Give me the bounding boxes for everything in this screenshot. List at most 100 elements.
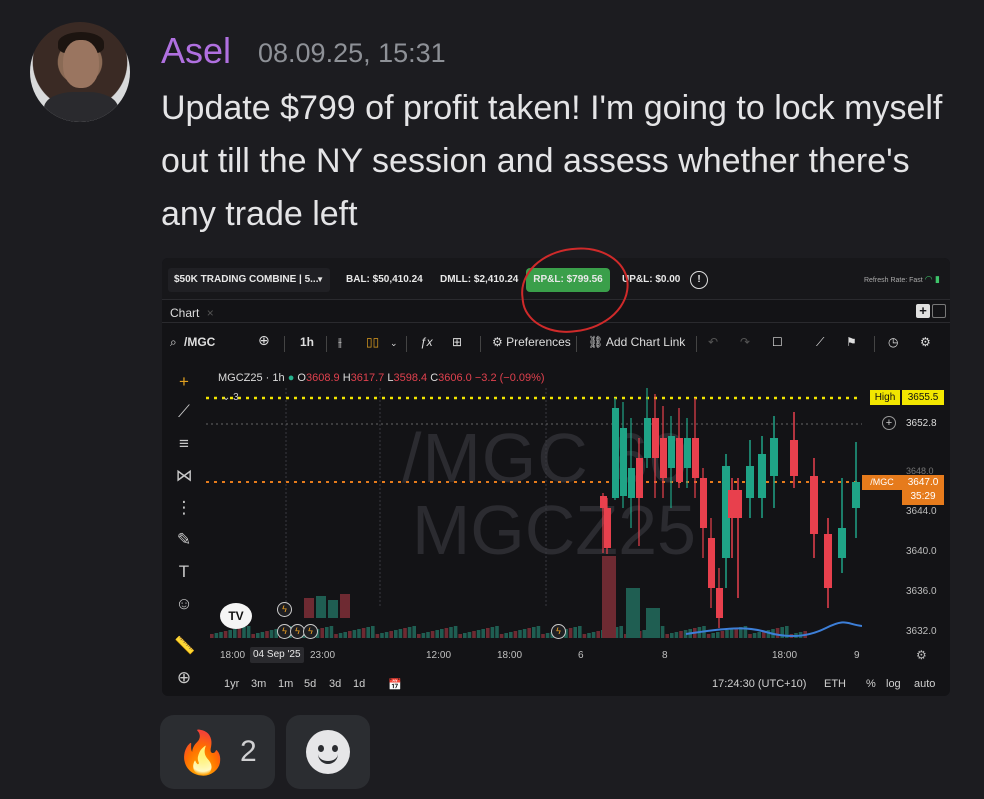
time-tick: 6 <box>578 650 584 661</box>
price-chart[interactable] <box>206 358 862 648</box>
templates-icon[interactable]: ⊞ <box>452 335 462 349</box>
candle-body <box>700 478 707 528</box>
volume-bar <box>340 594 350 618</box>
event-bolt-icon[interactable]: ϟ <box>303 624 318 639</box>
symbol-search-input[interactable]: /MGC <box>184 335 215 349</box>
replay-icon[interactable]: ◷ <box>888 335 898 349</box>
candle-body <box>810 476 818 534</box>
reaction-count: 2 <box>240 735 257 768</box>
candle-body <box>636 458 643 498</box>
volume-bar <box>748 634 752 638</box>
volume-bar <box>660 626 665 638</box>
undo-icon[interactable]: ↶ <box>708 335 718 349</box>
emoji-tool-icon[interactable]: ☺ <box>174 594 194 614</box>
preferences-button[interactable]: ⚙ Preferences <box>492 335 571 349</box>
volume-bar <box>329 626 334 638</box>
chevron-down-icon[interactable]: ⌄ <box>390 338 398 349</box>
volume-bar <box>596 631 600 638</box>
volume-bar <box>679 631 683 638</box>
account-selector[interactable]: $50K TRADING COMBINE | 5... ▼ <box>168 268 330 292</box>
axis-settings-icon[interactable]: ⚙ <box>916 648 927 662</box>
range-1d[interactable]: 1d <box>353 678 365 690</box>
crosshair-icon[interactable]: + <box>174 372 194 392</box>
add-price-alert-icon[interactable]: + <box>882 416 896 430</box>
volume-bar <box>752 633 757 638</box>
volume-bar <box>711 633 715 638</box>
trendline-icon[interactable]: ⟋ <box>816 335 824 350</box>
volume-bar <box>449 627 453 638</box>
collapsed-indicators[interactable]: ⌄ 3 <box>222 392 239 403</box>
volume-bar <box>210 634 214 638</box>
bar-type-icon[interactable]: ⫲ <box>338 335 342 350</box>
measure-tool-icon[interactable]: ⋮ <box>174 498 194 518</box>
candle-type-icon[interactable]: ▯▯ <box>366 335 379 349</box>
auto-toggle[interactable]: auto <box>914 678 935 690</box>
time-tick: 23:00 <box>310 650 336 661</box>
reaction-fire[interactable]: 🔥 2 <box>160 715 275 789</box>
candle-body <box>770 438 778 476</box>
alert-icon[interactable]: ! <box>690 271 708 289</box>
volume-bar <box>513 631 518 638</box>
legend-low: 3598.4 <box>393 372 428 384</box>
volume-bar <box>545 633 550 638</box>
settings-gear-icon[interactable]: ⚙ <box>920 335 931 349</box>
message-author[interactable]: Asel <box>161 30 231 72</box>
indicators-icon[interactable]: ƒx <box>420 335 433 349</box>
maximize-icon[interactable] <box>932 304 946 318</box>
current-price-badge: 3647.0 35:29 <box>902 475 944 505</box>
range-1yr[interactable]: 1yr <box>224 678 239 690</box>
interval-button[interactable]: 1h <box>300 335 314 349</box>
event-bolt-icon[interactable]: ϟ <box>277 602 292 617</box>
trendline-tool-icon[interactable]: ⟋ <box>174 402 194 422</box>
event-bolt-icon[interactable]: ϟ <box>551 624 566 639</box>
volume-bar <box>706 634 711 638</box>
chart-link-button[interactable]: ⛓ Add Chart Link <box>588 335 685 349</box>
candle-body <box>746 466 754 498</box>
toolbar-divider <box>284 336 285 352</box>
candle-body <box>676 438 683 482</box>
legend-symbol: MGCZ25 · 1h <box>218 372 285 384</box>
volume-bar <box>251 634 255 638</box>
pattern-tool-icon[interactable]: ⋈ <box>174 466 194 486</box>
avatar-face <box>63 40 99 88</box>
volume-bar <box>219 632 223 638</box>
time-crosshair-label: 04 Sep '25 <box>250 647 304 663</box>
ohlc-legend: MGCZ25 · 1h ● O3608.9 H3617.7 L3598.4 C3… <box>218 372 545 384</box>
redo-icon[interactable]: ↷ <box>740 335 750 349</box>
range-3m[interactable]: 3m <box>251 678 266 690</box>
fib-tool-icon[interactable]: ≡ <box>174 434 194 454</box>
calendar-icon[interactable]: 📅 <box>388 678 402 691</box>
text-tool-icon[interactable]: T <box>174 562 194 582</box>
account-selector-label: $50K TRADING COMBINE | 5... <box>174 274 319 285</box>
time-tick: 18:00 <box>772 650 798 661</box>
legend-change: −3.2 (−0.09%) <box>474 372 545 384</box>
range-3d[interactable]: 3d <box>329 678 341 690</box>
close-icon[interactable]: × <box>207 306 214 320</box>
search-icon[interactable]: ⌕ <box>170 335 177 350</box>
message-text: Update $799 of profit taken! I'm going t… <box>161 89 943 233</box>
volume-bar <box>729 629 734 638</box>
chevron-down-icon: ⌄ <box>222 392 234 403</box>
volume-bar <box>536 626 541 638</box>
tab-chart[interactable]: Chart × <box>170 306 214 320</box>
add-symbol-icon[interactable]: ⊕ <box>258 332 270 349</box>
volume-bar <box>674 632 679 638</box>
add-reaction-button[interactable] <box>286 715 370 789</box>
ruler-tool-icon[interactable]: 📏 <box>174 636 195 656</box>
user-avatar[interactable] <box>30 22 130 122</box>
session-toggle[interactable]: ETH <box>824 678 846 690</box>
volume-bar <box>380 633 384 638</box>
range-1m[interactable]: 1m <box>278 678 293 690</box>
flag-icon[interactable]: ⚑ <box>846 335 857 349</box>
percent-toggle[interactable]: % <box>866 678 876 690</box>
volume-bar <box>646 608 660 638</box>
tradingview-logo[interactable]: TV <box>220 603 252 629</box>
toolbar-divider <box>696 336 697 352</box>
range-5d[interactable]: 5d <box>304 678 316 690</box>
add-tab-icon[interactable]: + <box>916 304 930 318</box>
brush-tool-icon[interactable]: ✎ <box>174 530 194 550</box>
rectangle-select-icon[interactable]: ☐ <box>772 335 783 349</box>
volume-bar <box>435 630 439 638</box>
log-toggle[interactable]: log <box>886 678 901 690</box>
chart-bottom-bar: 1yr 3m 1m 5d 3d 1d 📅 17:24:30 (UTC+10) E… <box>162 676 950 696</box>
